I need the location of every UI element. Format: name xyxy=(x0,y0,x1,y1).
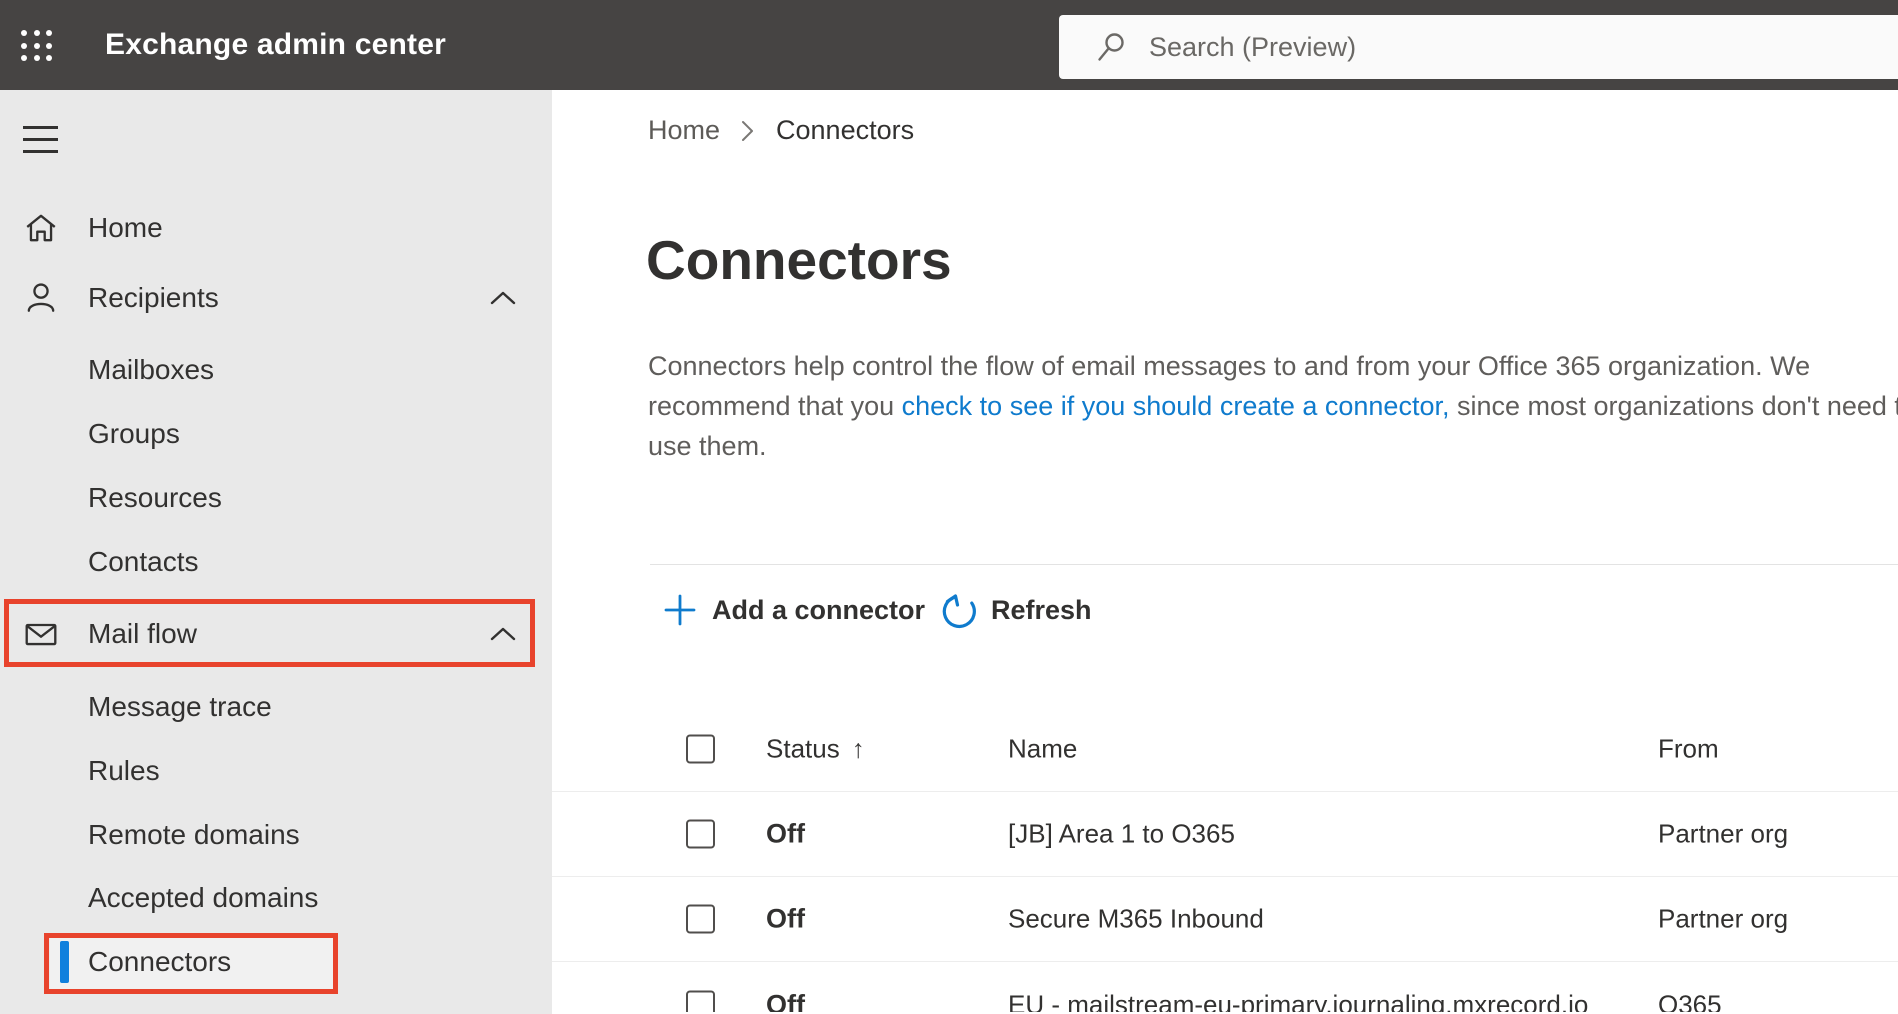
refresh-label: Refresh xyxy=(991,594,1092,625)
sidebar-item-label: Groups xyxy=(88,418,180,449)
sidebar-item-rules[interactable]: Rules xyxy=(0,739,552,803)
table-row[interactable]: Off Secure M365 Inbound Partner org xyxy=(552,877,1898,962)
search-placeholder: Search (Preview) xyxy=(1149,31,1357,62)
search-input[interactable]: Search (Preview) xyxy=(1059,15,1898,79)
chevron-up-icon[interactable] xyxy=(489,624,517,644)
sidebar-item-label: Rules xyxy=(88,755,160,786)
circular-arrow-icon xyxy=(942,594,976,628)
cell-from: O365 xyxy=(1658,989,1722,1013)
column-header-from[interactable]: From xyxy=(1658,734,1719,765)
column-header-status[interactable]: Status ↑ xyxy=(766,734,865,765)
add-connector-label: Add a connector xyxy=(712,594,926,625)
app-title: Exchange admin center xyxy=(105,28,446,61)
refresh-button[interactable]: Refresh xyxy=(941,582,1092,638)
sidebar-item-label: Contacts xyxy=(88,546,199,577)
sidebar-item-contacts[interactable]: Contacts xyxy=(0,530,552,594)
person-icon xyxy=(23,280,59,316)
cell-name[interactable]: [JB] Area 1 to O365 xyxy=(1008,819,1235,850)
page-title: Connectors xyxy=(646,229,952,291)
mail-icon xyxy=(23,616,59,652)
table-header-row: Status ↑ Name From xyxy=(552,707,1898,792)
breadcrumb-home-link[interactable]: Home xyxy=(648,115,720,146)
sidebar-item-groups[interactable]: Groups xyxy=(0,402,552,466)
sidebar-item-message-trace[interactable]: Message trace xyxy=(0,675,552,739)
cell-name[interactable]: EU - mailstream-eu-primary.journaling.mx… xyxy=(1008,990,1588,1013)
sort-ascending-icon: ↑ xyxy=(851,733,865,764)
sidebar-item-home[interactable]: Home xyxy=(0,196,552,260)
row-checkbox[interactable] xyxy=(686,819,715,849)
table-row[interactable]: Off EU - mailstream-eu-primary.journalin… xyxy=(552,962,1898,1012)
sidebar-item-label: Connectors xyxy=(88,946,232,977)
sidebar-item-resources[interactable]: Resources xyxy=(0,466,552,530)
sidebar-item-recipients[interactable]: Recipients xyxy=(0,266,552,330)
sidebar-item-label: Mailboxes xyxy=(88,354,215,385)
create-connector-help-link[interactable]: check to see if you should create a conn… xyxy=(902,391,1450,421)
chevron-right-icon xyxy=(740,118,756,144)
connectors-table: Status ↑ Name From Off [JB] Area 1 to O36… xyxy=(552,707,1898,1012)
row-checkbox[interactable] xyxy=(686,990,715,1012)
sidebar-item-label: Accepted domains xyxy=(88,882,319,913)
sidebar-item-label: Mail flow xyxy=(88,618,197,649)
top-app-bar: Exchange admin center Search (Preview) xyxy=(0,0,1898,90)
breadcrumb: Home Connectors xyxy=(648,115,914,146)
plus-icon xyxy=(664,594,696,626)
toolbar-divider xyxy=(650,564,1898,565)
cell-name[interactable]: Secure M365 Inbound xyxy=(1008,904,1264,935)
sidebar-item-label: Recipients xyxy=(88,282,219,313)
add-connector-button[interactable]: Add a connector xyxy=(664,582,925,638)
breadcrumb-current: Connectors xyxy=(776,115,915,145)
cell-from: Partner org xyxy=(1658,818,1789,849)
cell-status: Off xyxy=(766,989,805,1013)
row-checkbox[interactable] xyxy=(686,904,715,934)
hamburger-menu-icon[interactable] xyxy=(23,126,58,153)
selected-indicator-bar xyxy=(60,941,69,983)
cell-status: Off xyxy=(766,903,805,934)
column-header-name[interactable]: Name xyxy=(1008,734,1077,765)
sidebar-item-remote-domains[interactable]: Remote domains xyxy=(0,803,552,867)
sidebar-item-connectors[interactable]: Connectors xyxy=(0,930,552,994)
select-all-checkbox[interactable] xyxy=(686,734,715,764)
sidebar-item-label: Home xyxy=(88,212,163,243)
sidebar-item-mailboxes[interactable]: Mailboxes xyxy=(0,338,552,402)
search-icon xyxy=(1097,32,1127,62)
main-content: Home Connectors Connectors Connectors he… xyxy=(552,90,1898,1014)
left-navigation: Home Recipients Mailboxes Groups Resourc… xyxy=(0,90,552,1014)
sidebar-item-label: Resources xyxy=(88,482,222,513)
home-icon xyxy=(23,210,59,246)
sidebar-item-accepted-domains[interactable]: Accepted domains xyxy=(0,866,552,930)
sidebar-item-label: Message trace xyxy=(88,691,272,722)
cell-from: Partner org xyxy=(1658,903,1789,934)
command-bar: Add a connector Refresh xyxy=(552,582,1898,638)
sidebar-item-mail-flow[interactable]: Mail flow xyxy=(0,602,552,666)
chevron-up-icon[interactable] xyxy=(489,288,517,308)
cell-status: Off xyxy=(766,818,805,849)
table-row[interactable]: Off [JB] Area 1 to O365 Partner org xyxy=(552,792,1898,877)
sidebar-item-label: Remote domains xyxy=(88,819,300,850)
app-launcher-icon[interactable] xyxy=(21,30,54,61)
page-description: Connectors help control the flow of emai… xyxy=(648,346,1898,466)
